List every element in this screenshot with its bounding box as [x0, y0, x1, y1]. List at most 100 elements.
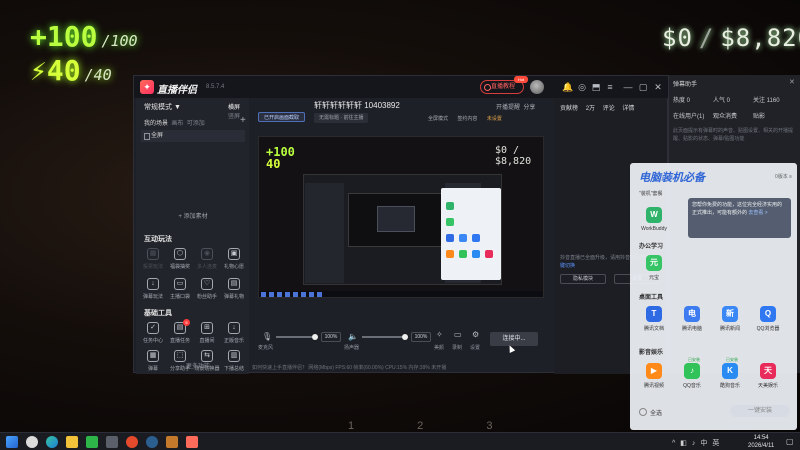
tab-details[interactable]: 详情 [622, 106, 634, 112]
workbuddy-icon: W [646, 207, 662, 223]
mic-icon[interactable]: 🎙 [262, 332, 272, 341]
contract-link[interactable]: 签约内容 [457, 116, 477, 122]
live-reminder-button[interactable]: 开播提醒 [496, 105, 520, 111]
tray-expand-icon[interactable]: ^ [672, 440, 675, 447]
speaker-label: 扬声器 [344, 345, 360, 351]
tool-vote[interactable]: ▦ 投票玩法 [140, 248, 166, 270]
app-tianmei[interactable]: 天天美娱乐 [750, 363, 786, 389]
capture-chip[interactable]: 已开启画面截取 [258, 112, 306, 122]
game-launcher-icon[interactable] [126, 436, 138, 448]
tab-online-users[interactable]: 在线用户(1) [673, 111, 713, 120]
room-icon: ⊞ [201, 322, 213, 334]
settings-icon[interactable]: ⚙ [472, 330, 479, 339]
tool-lucky-bag[interactable]: ⬡ 福袋抽奖 [167, 248, 193, 270]
speaker-slider[interactable] [362, 336, 402, 338]
notification-center-icon[interactable]: ▢ [786, 437, 794, 446]
app-yuanbao[interactable]: 元元宝 [636, 255, 672, 281]
tencent-docs-icon: T [646, 306, 662, 322]
shirt-icon[interactable]: ⬒ [590, 81, 602, 93]
game-icon[interactable] [166, 436, 178, 448]
tool-danmaku-gift[interactable]: ▤ 弹幕礼物 [221, 278, 247, 300]
app-logo-icon: ✦ [140, 80, 154, 94]
steam-icon[interactable] [146, 436, 158, 448]
fans-icon: ♡ [201, 278, 213, 290]
app-workbuddy[interactable]: W WorkBuddy [636, 207, 672, 232]
app-tencent-news[interactable]: 新腾讯新闻 [712, 306, 748, 332]
mode-select[interactable]: 常规模式 ▼ [144, 102, 181, 112]
mic-slider[interactable] [276, 336, 312, 338]
add-scene-icon[interactable]: + [240, 115, 246, 126]
tab-consumption[interactable]: 观众消费 [713, 111, 753, 120]
stream-preview[interactable]: +100 40 $0 / $8,820 [258, 136, 544, 298]
tab-portrait[interactable]: 竖屏 [228, 114, 240, 120]
maximize-icon[interactable]: ▢ [637, 81, 649, 93]
edge-icon[interactable] [46, 436, 58, 448]
tool-gift-wish[interactable]: ▣ 礼物心愿 [221, 248, 247, 270]
explorer-icon[interactable] [66, 436, 78, 448]
overlay-version[interactable]: 0版本 ≡ [775, 173, 792, 180]
clock[interactable]: 14:54 2026/4/11 [748, 434, 774, 450]
gaming-icon[interactable] [106, 436, 118, 448]
scene-item-fullscreen[interactable]: 全屏 [141, 130, 245, 142]
tool-fans[interactable]: ♡ 粉丝助手 [194, 278, 220, 300]
speaker-slider-knob[interactable] [402, 334, 408, 340]
menu-icon[interactable]: ≡ [604, 81, 616, 93]
tool-danmaku[interactable]: ↓ 弹幕玩法 [140, 278, 166, 300]
language-icon[interactable]: 英 [712, 440, 719, 447]
headset-icon[interactable]: ◎ [576, 81, 588, 93]
tab-my-scenes[interactable]: 我的场景 [144, 121, 168, 127]
one-click-install-button[interactable]: 一键安装 [730, 405, 790, 417]
avatar[interactable] [530, 80, 544, 94]
speaker-volume-input[interactable]: 100% [411, 332, 431, 342]
app-qq-music[interactable]: 已安装 ♪ QQ音乐 [674, 357, 710, 389]
app-tencent-pc[interactable]: 电腾讯电脑 [674, 306, 710, 332]
app-kugou[interactable]: 已安装 K 酷狗音乐 [712, 357, 748, 389]
tab-landscape[interactable]: 横屏 [228, 105, 240, 111]
app-tencent-docs[interactable]: T 腾讯文档 [636, 306, 672, 332]
connect-button[interactable]: 连接中... [490, 332, 538, 346]
notification-icon[interactable]: 🔔 [562, 81, 574, 93]
tool-live-task[interactable]: ▤ 5 直播任务 [167, 319, 193, 344]
fullscreen-mode-link[interactable]: 全屏模式 [428, 116, 448, 122]
search-icon[interactable] [26, 436, 38, 448]
unset-link[interactable]: 未设置 [487, 116, 502, 122]
mic-slider-knob[interactable] [312, 334, 318, 340]
tooltip-link[interactable]: 去查看 > [748, 210, 767, 216]
multi-mic-icon: ◉ [201, 248, 213, 260]
share-button[interactable]: 分享 [523, 105, 535, 111]
volume-icon[interactable]: ♪ [692, 440, 696, 447]
tool-music[interactable]: ↓ 正版音乐 [221, 322, 247, 344]
tray-app-icon[interactable]: ◧ [680, 440, 687, 447]
tab-addable[interactable]: 可添加 [187, 121, 205, 127]
tool-pocket[interactable]: ▭ 主播口袋 [167, 278, 193, 300]
tab-contribution[interactable]: 贡献榜 [560, 106, 578, 112]
mic-label: 麦克风 [258, 345, 274, 351]
tab-canvas[interactable]: 画布 [171, 121, 183, 127]
tool-room[interactable]: ⊞ 直播间 [194, 322, 220, 344]
close-icon[interactable]: ✕ [652, 81, 664, 93]
select-all-checkbox[interactable]: 全选 [639, 408, 662, 417]
windows-start-icon[interactable] [6, 436, 18, 448]
nested-app-icon [446, 250, 454, 258]
app-tencent-video[interactable]: ▶ 腾讯视频 [636, 363, 672, 389]
tab-comments[interactable]: 评论 [603, 106, 615, 112]
ime-icon[interactable]: 中 [700, 440, 707, 447]
section-interact-title: 互动玩法 [144, 236, 172, 243]
privacy-button[interactable]: 隐私模块 [560, 274, 606, 284]
record-icon[interactable]: ▭ [454, 330, 462, 339]
overlay-title: 电脑装机必备 [639, 172, 705, 184]
tab-stickers[interactable]: 贴影 [753, 111, 793, 120]
wechat-icon[interactable] [86, 436, 98, 448]
title-pill[interactable]: 无需标题 · 前往主播 [314, 113, 369, 123]
streaming-app-taskbar-icon[interactable] [186, 436, 198, 448]
minimize-icon[interactable]: — [622, 81, 634, 93]
tool-task-center[interactable]: ✓ 任务中心 [140, 322, 166, 344]
mic-volume-input[interactable]: 100% [321, 332, 341, 342]
app-qq-browser[interactable]: Q QQ浏览器 [750, 306, 786, 332]
speaker-icon[interactable]: 🔈 [348, 332, 358, 341]
add-material-button[interactable]: + 添加素材 [141, 210, 245, 224]
tool-multi-mic[interactable]: ◉ 多人连麦 [194, 248, 220, 270]
more-features-button[interactable]: ··· 更多功能 [144, 361, 244, 370]
beauty-icon[interactable]: ✧ [436, 330, 443, 339]
assistant-close-icon[interactable]: ✕ [789, 78, 795, 86]
